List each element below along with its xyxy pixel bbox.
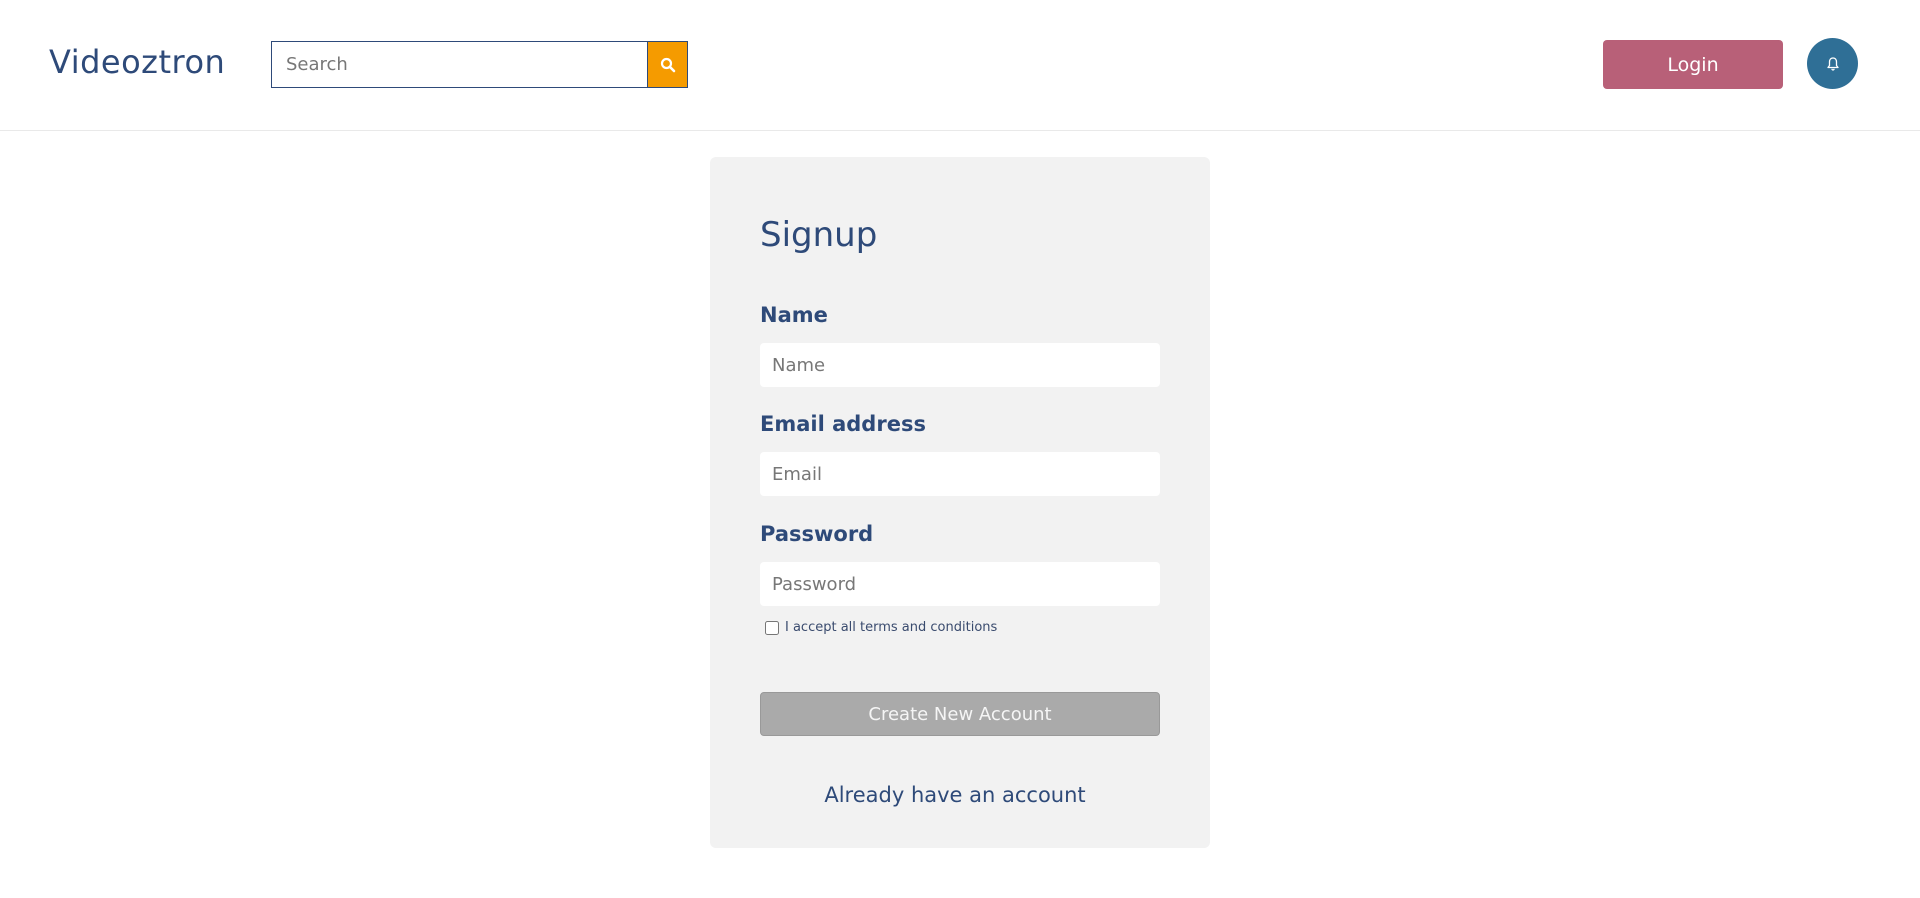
create-account-button[interactable]: Create New Account xyxy=(760,692,1160,736)
terms-checkbox[interactable] xyxy=(765,620,779,635)
name-input[interactable] xyxy=(760,343,1160,387)
top-navbar: Videoztron Login xyxy=(0,0,1920,131)
password-input[interactable] xyxy=(760,562,1160,606)
terms-label[interactable]: I accept all terms and conditions xyxy=(785,620,997,635)
login-button[interactable]: Login xyxy=(1603,40,1783,89)
login-link[interactable]: Already have an account xyxy=(760,782,1150,808)
signup-card: Signup Name Email address Password I acc… xyxy=(710,157,1210,848)
signup-title: Signup xyxy=(760,215,878,255)
name-label: Name xyxy=(760,303,828,327)
search-icon xyxy=(660,57,675,72)
bell-icon xyxy=(1826,56,1839,71)
terms-row: I accept all terms and conditions xyxy=(765,620,997,635)
search-input[interactable] xyxy=(271,41,647,88)
brand-logo[interactable]: Videoztron xyxy=(49,42,225,82)
search-bar xyxy=(271,41,688,88)
email-input[interactable] xyxy=(760,452,1160,496)
notifications-button[interactable] xyxy=(1807,38,1858,89)
search-button[interactable] xyxy=(647,41,688,88)
password-label: Password xyxy=(760,522,874,546)
email-label: Email address xyxy=(760,412,926,436)
